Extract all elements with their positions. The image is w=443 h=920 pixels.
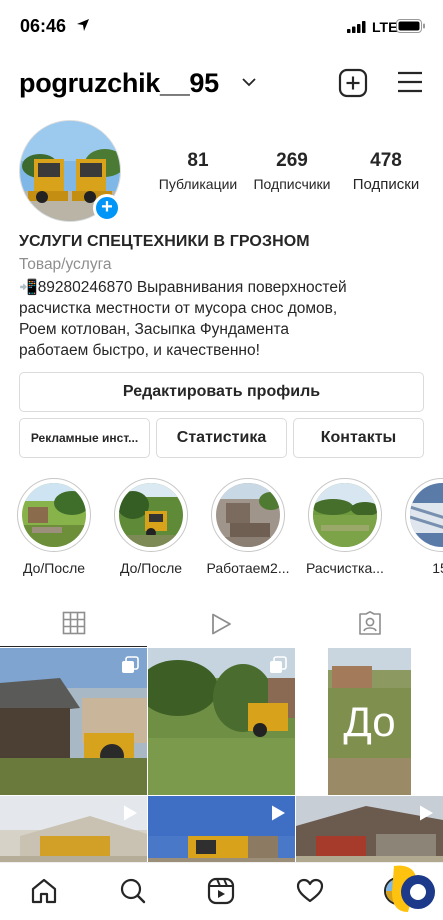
chevron-down-icon[interactable] <box>242 78 256 87</box>
app-logo-icon <box>392 865 435 912</box>
story-highlights: До/После До/После Работаем2... Расчистка… <box>0 478 443 582</box>
post-thumbnail[interactable] <box>148 796 295 862</box>
battery-icon <box>396 19 425 33</box>
stat-value: 81 <box>187 150 209 171</box>
tab-grid[interactable] <box>0 600 147 647</box>
stat-label: Подписчики <box>253 176 331 192</box>
highlight-cover <box>119 483 183 547</box>
highlight-ring <box>405 478 443 552</box>
play-icon <box>211 613 231 634</box>
status-bar: 06:46 LTE <box>0 0 443 52</box>
search-icon[interactable] <box>119 877 147 905</box>
carousel-icon <box>270 656 287 673</box>
post-thumbnail[interactable] <box>148 648 295 795</box>
edit-profile-button[interactable]: Редактировать профиль <box>19 372 424 412</box>
profile-category: Товар/услуга <box>19 256 112 273</box>
highlight-label: До/После <box>22 560 86 576</box>
post-thumbnail[interactable] <box>296 796 443 862</box>
highlight-cover <box>216 483 280 547</box>
highlight-item[interactable]: Работаем2... <box>206 478 290 576</box>
video-icon <box>420 805 433 821</box>
bio-phone[interactable]: 89280246870 <box>38 279 133 296</box>
bottom-navigation <box>0 862 443 920</box>
highlight-ring <box>308 478 382 552</box>
tagged-icon <box>358 610 381 635</box>
home-icon[interactable] <box>30 877 58 905</box>
grid-icon <box>62 611 85 635</box>
tab-reels[interactable] <box>147 600 294 647</box>
stat-value: 269 <box>276 150 308 171</box>
heart-icon[interactable] <box>296 877 324 905</box>
highlight-label: Работаем2... <box>206 560 290 576</box>
stat-posts[interactable]: 81 Публикации <box>152 150 244 192</box>
highlight-ring <box>17 478 91 552</box>
highlight-ring <box>114 478 188 552</box>
highlight-label: Расчистка... <box>306 560 384 576</box>
stat-following[interactable]: 478 Подписки <box>343 150 429 193</box>
statistics-button[interactable]: Статистика <box>156 418 287 458</box>
highlight-label: До/После <box>119 560 183 576</box>
profile-title: УСЛУГИ СПЕЦТЕХНИКИ В ГРОЗНОМ <box>19 233 310 250</box>
highlight-ring <box>211 478 285 552</box>
profile-tabs <box>0 600 443 647</box>
reels-icon[interactable] <box>207 877 235 905</box>
bio-text: 📲89280246870 Выравнивания поверхностей р… <box>19 277 429 361</box>
profile-bio: УСЛУГИ СПЕЦТЕХНИКИ В ГРОЗНОМ Товар/услуг… <box>19 233 429 361</box>
highlight-cover <box>22 483 86 547</box>
video-icon <box>124 805 137 821</box>
stat-label: Подписки <box>352 176 420 193</box>
bio-line: расчистка местности от мусора снос домов… <box>19 300 338 317</box>
profile-avatar[interactable]: + <box>19 120 121 222</box>
stat-label: Публикации <box>158 176 238 192</box>
highlight-item[interactable]: До/После <box>109 478 193 576</box>
mobile-phone-icon: 📲 <box>19 279 38 296</box>
post-thumbnail[interactable] <box>0 648 147 795</box>
post-thumbnail[interactable] <box>0 796 147 862</box>
menu-button[interactable] <box>396 70 424 94</box>
bio-line: Роем котлован, Засыпка Фундамента <box>19 321 290 338</box>
bio-line: 📲89280246870 Выравнивания поверхностей <box>19 277 429 298</box>
profile-stats: 81 Публикации 269 Подписчики 478 Подписк… <box>150 150 435 200</box>
tab-tagged[interactable] <box>296 600 443 647</box>
highlight-item[interactable]: До/После <box>12 478 96 576</box>
highlight-item[interactable]: Расчистка... <box>303 478 387 576</box>
signal-icon <box>347 21 366 33</box>
highlight-item[interactable]: 15/ <box>400 478 443 576</box>
contacts-button[interactable]: Контакты <box>293 418 424 458</box>
new-post-button[interactable] <box>338 68 368 98</box>
carousel-icon <box>418 656 435 673</box>
stat-value: 478 <box>370 150 402 171</box>
highlight-cover <box>410 483 443 547</box>
username[interactable]: pogruzchik__95 <box>19 68 219 99</box>
carousel-icon <box>122 656 139 673</box>
highlight-label: 15/ <box>432 560 443 576</box>
highlight-cover <box>313 483 377 547</box>
video-icon <box>272 805 285 821</box>
network-label: LTE <box>372 19 398 35</box>
stat-followers[interactable]: 269 Подписчики <box>246 150 338 192</box>
bio-line-rest: Выравнивания поверхностей <box>132 279 347 296</box>
location-arrow-icon <box>77 19 89 31</box>
bio-line: работаем быстро, и качественно! <box>19 342 260 359</box>
status-time: 06:46 <box>20 16 67 36</box>
posts-grid: До <box>0 648 443 862</box>
post-thumbnail[interactable]: До <box>296 648 443 795</box>
ad-tools-button[interactable]: Рекламные инст... <box>19 418 150 458</box>
add-story-button[interactable]: + <box>93 194 121 222</box>
profile-header: pogruzchik__95 <box>0 60 443 108</box>
